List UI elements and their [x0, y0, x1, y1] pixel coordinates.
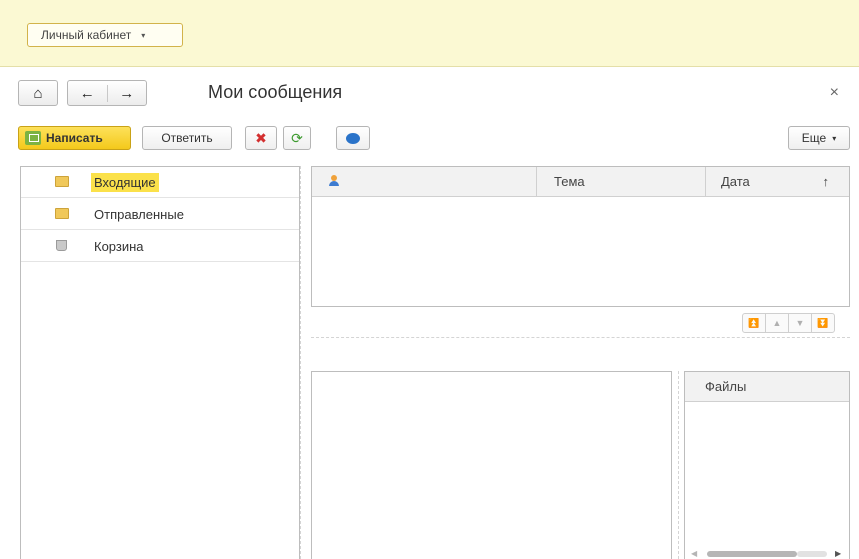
navigation-bar: ⌂ ← → Мои сообщения ×: [0, 80, 859, 108]
reply-button[interactable]: Ответить: [142, 126, 232, 150]
home-icon: ⌂: [33, 84, 43, 102]
go-last-icon[interactable]: ⏬: [811, 313, 835, 333]
message-list-header: Тема Дата ↑: [312, 167, 849, 197]
chevron-down-icon: ▾: [832, 133, 837, 143]
vertical-splitter[interactable]: [678, 371, 679, 559]
go-first-icon[interactable]: ⏫: [742, 313, 766, 333]
forward-arrow-icon[interactable]: →: [108, 85, 147, 102]
sort-ascending-icon: ↑: [822, 174, 830, 189]
more-menu-button[interactable]: Еще ▾: [788, 126, 850, 150]
message-list[interactable]: Тема Дата ↑: [311, 166, 850, 307]
message-body-field[interactable]: [311, 371, 672, 559]
write-button-label: Написать: [46, 131, 103, 145]
command-bar: Написать Ответить ✖ ⟳ Еще ▾: [0, 126, 859, 154]
folder-label: Отправленные: [94, 207, 184, 222]
delete-icon: ✖: [255, 129, 267, 146]
folder-label: Входящие: [91, 173, 159, 192]
scrollbar-thumb[interactable]: [707, 551, 797, 557]
write-button[interactable]: Написать: [18, 126, 131, 150]
horizontal-scrollbar[interactable]: ◀ ▶: [685, 548, 849, 559]
folder-sent[interactable]: Отправленные: [21, 199, 299, 230]
user-icon: [329, 175, 339, 187]
go-next-icon[interactable]: ▼: [788, 313, 812, 333]
list-pager: ⏫ ▲ ▼ ⏬: [742, 313, 835, 333]
personal-cabinet-label: Личный кабинет: [41, 28, 132, 42]
folder-inbox[interactable]: Входящие: [21, 167, 299, 198]
refresh-icon: ⟳: [291, 129, 303, 146]
close-icon[interactable]: ×: [830, 84, 839, 102]
folder-sent-icon: [55, 208, 69, 219]
column-sender[interactable]: [312, 167, 537, 196]
home-button[interactable]: ⌂: [18, 80, 58, 106]
trash-icon: [56, 240, 67, 251]
folder-trash[interactable]: Корзина: [21, 231, 299, 262]
personal-cabinet-dropdown[interactable]: Личный кабинет ▾: [27, 23, 183, 47]
discussion-button[interactable]: [336, 126, 370, 150]
refresh-button[interactable]: ⟳: [283, 126, 311, 150]
files-panel[interactable]: Файлы ◀ ▶: [684, 371, 850, 559]
column-theme[interactable]: Тема: [538, 167, 706, 196]
vertical-splitter[interactable]: [300, 166, 301, 559]
folder-tree: Входящие Отправленные Корзина: [20, 166, 300, 559]
scroll-right-icon[interactable]: ▶: [835, 549, 841, 558]
top-panel: Личный кабинет ▾: [0, 0, 859, 67]
new-message-icon: [25, 131, 41, 145]
page-title: Мои сообщения: [208, 82, 343, 102]
history-buttons: ← →: [67, 80, 147, 106]
more-label: Еще: [801, 131, 827, 145]
column-date-label: Дата: [721, 174, 750, 189]
column-date[interactable]: Дата ↑: [707, 167, 849, 196]
horizontal-splitter[interactable]: [311, 337, 850, 338]
chat-bubble-icon: [346, 132, 360, 144]
scrollbar-track[interactable]: [797, 551, 827, 557]
go-previous-icon[interactable]: ▲: [765, 313, 789, 333]
delete-button[interactable]: ✖: [245, 126, 277, 150]
folder-label: Корзина: [94, 239, 144, 254]
scroll-left-icon[interactable]: ◀: [691, 549, 697, 558]
back-arrow-icon[interactable]: ←: [68, 84, 108, 102]
files-header: Файлы: [685, 372, 849, 402]
folder-inbox-icon: [55, 176, 69, 187]
chevron-down-icon: ▾: [141, 30, 146, 40]
